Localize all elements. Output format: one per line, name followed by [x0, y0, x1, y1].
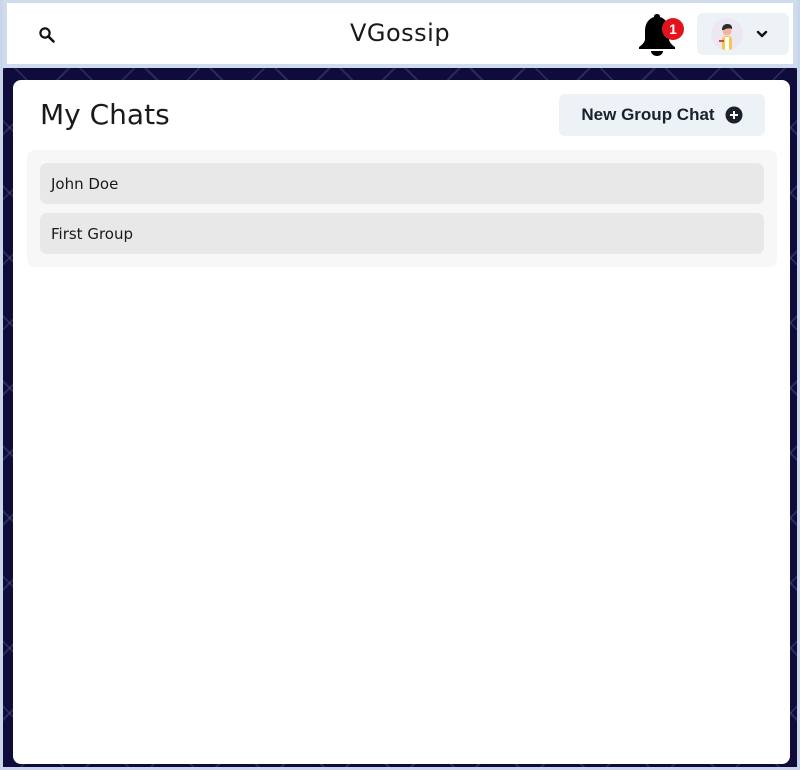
- my-chats-panel: My Chats New Group Chat John Doe First G…: [13, 80, 790, 764]
- chat-name: First Group: [51, 224, 134, 243]
- notifications-button[interactable]: 1: [635, 11, 685, 61]
- chat-list-item[interactable]: First Group: [40, 213, 764, 254]
- top-navbar: VGossip 1: [3, 0, 797, 68]
- page-title: My Chats: [40, 98, 170, 131]
- notification-badge: 1: [662, 18, 684, 40]
- profile-menu-button[interactable]: [697, 13, 789, 55]
- new-group-chat-button[interactable]: New Group Chat: [559, 94, 765, 136]
- chevron-down-icon: [756, 30, 768, 38]
- new-group-chat-label: New Group Chat: [581, 105, 715, 124]
- avatar: [711, 18, 743, 50]
- search-icon: [39, 27, 55, 43]
- chat-name: John Doe: [51, 174, 119, 193]
- chat-list-item[interactable]: John Doe: [40, 163, 764, 204]
- search-button[interactable]: [25, 15, 69, 55]
- chat-list: John Doe First Group: [27, 150, 777, 267]
- plus-circle-icon: [725, 106, 743, 124]
